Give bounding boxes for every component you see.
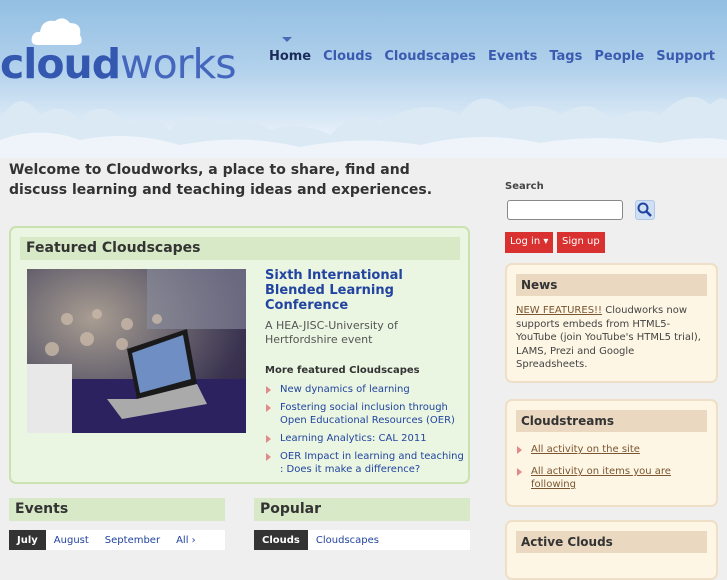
nav-events[interactable]: Events bbox=[488, 49, 537, 64]
featured-link[interactable]: Fostering social inclusion through Open … bbox=[265, 401, 465, 427]
new-features-link[interactable]: NEW FEATURES!! bbox=[516, 305, 602, 316]
nav-cloudscapes[interactable]: Cloudscapes bbox=[384, 49, 476, 64]
more-featured-heading: More featured Cloudscapes bbox=[265, 365, 420, 376]
tab-all[interactable]: All › bbox=[168, 530, 204, 550]
search-button[interactable] bbox=[635, 200, 655, 220]
tab-september[interactable]: September bbox=[97, 530, 168, 550]
logo-light: works bbox=[120, 40, 237, 88]
signup-button[interactable]: Sign up bbox=[557, 232, 605, 253]
login-button[interactable]: Log in ▾ bbox=[505, 232, 554, 253]
cloudstreams-heading: Cloudstreams bbox=[516, 410, 707, 432]
news-box: News NEW FEATURES!! Cloudworks now suppo… bbox=[505, 263, 718, 383]
featured-link[interactable]: OER Impact in learning and teaching : Do… bbox=[265, 450, 465, 476]
nav-support[interactable]: Support bbox=[656, 49, 715, 64]
nav-tags[interactable]: Tags bbox=[549, 49, 582, 64]
featured-cloudscapes: Featured Cloudscapes Sixth International… bbox=[9, 226, 470, 484]
tab-cloudscapes[interactable]: Cloudscapes bbox=[308, 530, 387, 550]
header: cloudworks Home Clouds Cloudscapes Event… bbox=[0, 0, 727, 158]
cloud-background bbox=[0, 97, 727, 158]
featured-link[interactable]: Learning Analytics: CAL 2011 bbox=[265, 432, 465, 445]
events-section: Events July August September All › bbox=[9, 498, 225, 550]
tab-clouds[interactable]: Clouds bbox=[254, 530, 308, 550]
featured-photo[interactable] bbox=[27, 269, 246, 433]
logo[interactable]: cloudworks bbox=[0, 40, 237, 88]
search-label: Search bbox=[505, 181, 544, 192]
logo-bold: cloud bbox=[0, 40, 121, 88]
cloudstream-link[interactable]: All activity on the site bbox=[516, 443, 707, 456]
main-nav: Home Clouds Cloudscapes Events Tags Peop… bbox=[269, 37, 715, 64]
welcome-text: Welcome to Cloudworks, a place to share,… bbox=[9, 162, 433, 198]
events-heading: Events bbox=[9, 498, 225, 521]
search-input[interactable] bbox=[507, 200, 623, 220]
active-clouds-box: Active Clouds bbox=[505, 520, 718, 580]
nav-people[interactable]: People bbox=[594, 49, 644, 64]
popular-section: Popular Clouds Cloudscapes bbox=[254, 498, 470, 550]
tab-july[interactable]: July bbox=[9, 530, 46, 550]
nav-home[interactable]: Home bbox=[269, 37, 311, 64]
popular-heading: Popular bbox=[254, 498, 470, 521]
search-icon bbox=[637, 202, 652, 217]
news-heading: News bbox=[516, 274, 707, 296]
conference-image bbox=[27, 269, 246, 433]
cloudstream-link[interactable]: All activity on items you are following bbox=[516, 465, 707, 491]
tab-august[interactable]: August bbox=[46, 530, 97, 550]
cloudstreams-box: Cloudstreams All activity on the site Al… bbox=[505, 399, 718, 507]
featured-heading: Featured Cloudscapes bbox=[20, 237, 460, 260]
featured-subtitle: A HEA-JISC-University of Hertfordshire e… bbox=[265, 319, 398, 346]
nav-clouds[interactable]: Clouds bbox=[323, 49, 372, 64]
featured-link[interactable]: New dynamics of learning bbox=[265, 383, 465, 396]
featured-title-link[interactable]: Sixth International Blended Learning Con… bbox=[265, 268, 465, 313]
active-clouds-heading: Active Clouds bbox=[516, 531, 707, 553]
